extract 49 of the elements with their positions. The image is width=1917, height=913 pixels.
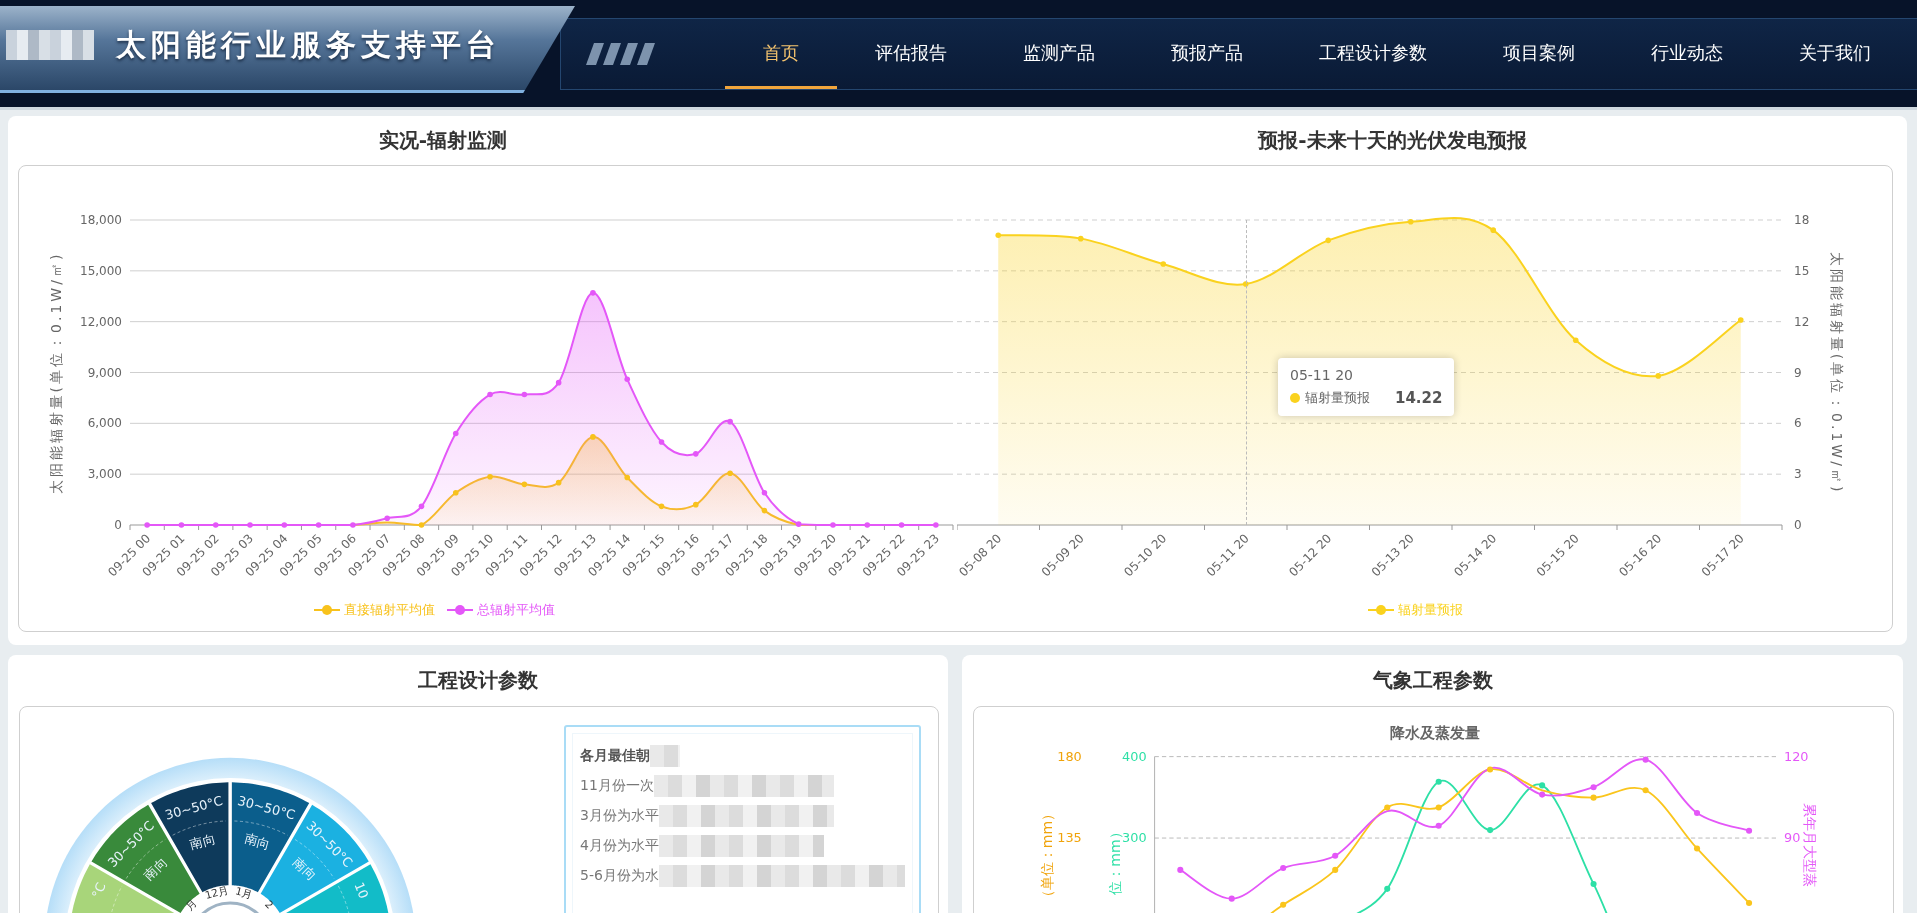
panel-title: 实况-辐射监测 — [377, 127, 509, 154]
axis-tick-label: 9,000 — [87, 365, 122, 380]
info-title: 各月最佳朝 — [580, 747, 650, 765]
axis-tick-label: 6 — [1794, 416, 1802, 431]
axis-title: 位：mm） — [1106, 825, 1123, 895]
axis-tick-label: 400 — [1122, 748, 1147, 764]
axis-tick-label: 3,000 — [87, 467, 122, 482]
axis-tick-label: 90 — [1783, 830, 1801, 846]
axis-tick-label: 12 — [1794, 314, 1810, 329]
orientation-label: 南向 — [141, 854, 170, 884]
app-title: 太阳能行业服务支持平台 — [116, 25, 501, 64]
axis-tick-label: 0 — [1794, 518, 1802, 532]
month-label: 2 — [262, 897, 276, 911]
panel-title: 气象工程参数 — [1371, 667, 1494, 694]
tooltip-title: 05-11 20 — [1290, 367, 1354, 383]
axis-tick-label: 12,000 — [80, 314, 122, 329]
axis-tick-label: 15 — [1794, 263, 1810, 278]
panel-title: 预报-未来十天的光伏发电预报 — [1256, 127, 1528, 154]
axis-tick-label: 18 — [1794, 213, 1810, 227]
orientation-label: 南向 — [242, 830, 272, 853]
info-line: 3月份为水平 — [580, 807, 659, 825]
axis-tick-label: 135 — [1057, 830, 1082, 846]
month-label: 月 — [183, 896, 199, 912]
axis-tick-label: 15,000 — [80, 263, 122, 278]
axis-tick-label: 6,000 — [87, 416, 122, 431]
axis-tick-label: 180 — [1057, 748, 1082, 764]
orientation-label: 南向 — [188, 830, 218, 853]
info-line: 11月份一次 — [580, 777, 654, 795]
orientation-label: 南向 — [290, 854, 320, 884]
axis-tick-label: 18,000 — [80, 213, 122, 227]
axis-title: 太阳能辐射量(单位：0.1W/㎡) — [48, 251, 64, 495]
tooltip-value: 14.22 — [1395, 389, 1443, 407]
tooltip-label: 辐射量预报 — [1305, 389, 1370, 407]
axis-tick-label: 9 — [1794, 365, 1802, 380]
temperature-label: 10 — [351, 879, 372, 901]
temperature-label: °C — [88, 880, 109, 901]
panel-title: 工程设计参数 — [417, 667, 539, 694]
axis-tick-label: 0 — [114, 518, 122, 532]
month-label: 1月 — [234, 884, 254, 901]
chart-title: 降水及蒸发量 — [1390, 724, 1480, 743]
axis-title: 累年月大型蒸 — [1802, 802, 1819, 887]
axis-tick-label: 3 — [1794, 467, 1802, 482]
axis-tick-label: 120 — [1783, 748, 1809, 764]
axis-tick-label: 300 — [1122, 830, 1147, 846]
axis-title: （单位：mm） — [1039, 806, 1056, 905]
info-line: 4月份为水平 — [580, 837, 659, 855]
month-label: 12月 — [203, 883, 230, 901]
axis-title: 太阳能辐射量(单位：0.1W/㎡) — [1829, 251, 1845, 495]
info-line: 5-6月份为水 — [580, 867, 659, 885]
